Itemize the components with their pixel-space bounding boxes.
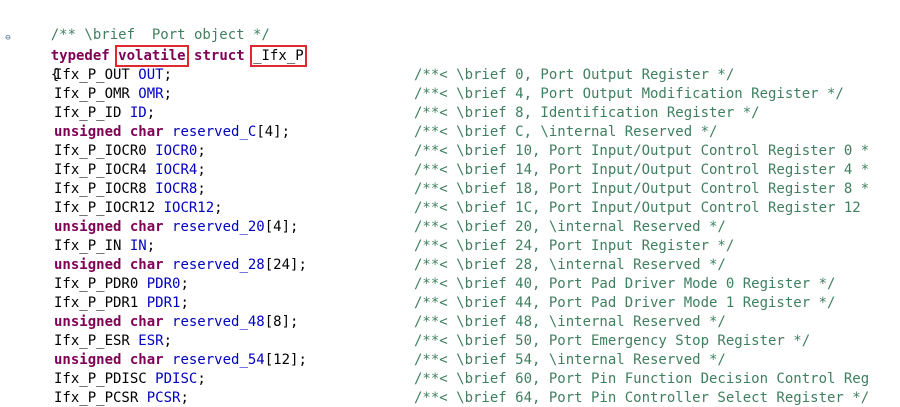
member-keyword: unsigned char <box>54 352 164 368</box>
member-line: unsigned char reserved_48[8]; <box>17 313 298 332</box>
keyword-volatile-highlighted: volatile <box>115 45 189 67</box>
member-type: Ifx_P_PCSR <box>54 390 139 406</box>
member-name: PDISC <box>155 371 198 387</box>
member-suffix: ; <box>180 276 189 292</box>
member-name: IOCR12 <box>163 200 215 216</box>
member-name: ID <box>129 105 147 121</box>
member-line: unsigned char reserved_C[4]; <box>17 123 290 142</box>
member-name: reserved_C <box>172 124 257 140</box>
doc-comment-line: /** \brief Port object */ <box>17 7 270 43</box>
member-name: IOCR0 <box>155 143 198 159</box>
member-name: PCSR <box>146 390 181 406</box>
member-type: Ifx_P_PDISC <box>54 371 147 387</box>
member-keyword: unsigned char <box>54 314 164 330</box>
member-suffix: [12]; <box>264 352 307 368</box>
member-line: Ifx_P_PCSR PCSR; <box>17 389 189 407</box>
member-suffix: ; <box>180 390 189 406</box>
member-line: Ifx_P_IOCR8 IOCR8; <box>17 180 206 199</box>
member-comment: /**< \brief 28, \internal Reserved */ <box>414 257 726 273</box>
member-suffix: [8]; <box>264 314 299 330</box>
member-comment: /**< \brief 8, Identification Register *… <box>414 105 760 121</box>
member-line: Ifx_P_PDR1 PDR1; <box>17 294 189 313</box>
member-line: Ifx_P_OUT OUT; <box>17 66 172 85</box>
member-comment: /**< \brief 44, Port Pad Driver Mode 1 R… <box>414 295 836 311</box>
member-type: Ifx_P_OUT <box>54 67 130 83</box>
member-line: unsigned char reserved_28[24]; <box>17 256 307 275</box>
member-keyword: unsigned char <box>54 257 164 273</box>
member-type: Ifx_P_PDR1 <box>54 295 139 311</box>
member-name: IOCR8 <box>155 181 198 197</box>
member-comment: /**< \brief 60, Port Pin Function Decisi… <box>414 371 870 387</box>
typedef-line: typedef volatile struct _Ifx_P <box>17 28 312 67</box>
member-name: IN <box>129 238 147 254</box>
member-line: Ifx_P_PDISC PDISC; <box>17 370 206 389</box>
member-line: Ifx_P_IN IN; <box>17 237 155 256</box>
member-comment: /**< \brief 64, Port Pin Controller Sele… <box>414 390 870 406</box>
member-comment: /**< \brief 10, Port Input/Output Contro… <box>414 143 870 159</box>
member-comment: /**< \brief 40, Port Pad Driver Mode 0 R… <box>414 276 836 292</box>
struct-name-highlighted: _Ifx_P <box>250 45 307 67</box>
member-keyword: unsigned char <box>54 124 164 140</box>
member-type: Ifx_P_IN <box>54 238 122 254</box>
member-suffix: [24]; <box>264 257 307 273</box>
member-comment: /**< \brief C, \internal Reserved */ <box>414 124 718 140</box>
member-name: ESR <box>138 333 164 349</box>
member-comment: /**< \brief 4, Port Output Modification … <box>414 86 844 102</box>
keyword-typedef: typedef <box>50 48 110 64</box>
member-name: OMR <box>138 86 164 102</box>
member-suffix: [4]; <box>256 124 291 140</box>
member-suffix: [4]; <box>264 219 299 235</box>
member-line: unsigned char reserved_54[12]; <box>17 351 307 370</box>
keyword-struct: struct <box>194 48 245 64</box>
code-editor[interactable]: ⊖ /** \brief Port object */ typedef vola… <box>0 0 900 407</box>
member-line: Ifx_P_OMR OMR; <box>17 85 172 104</box>
member-suffix: ; <box>197 371 206 387</box>
member-comment: /**< \brief 20, \internal Reserved */ <box>414 219 726 235</box>
member-suffix: ; <box>146 238 156 254</box>
member-comment: /**< \brief 50, Port Emergency Stop Regi… <box>414 333 811 349</box>
member-line: unsigned char reserved_20[4]; <box>17 218 298 237</box>
open-brace-line: { <box>17 47 59 83</box>
member-name: reserved_28 <box>172 257 265 273</box>
member-suffix: ; <box>163 333 173 349</box>
member-comment: /**< \brief 54, \internal Reserved */ <box>414 352 726 368</box>
member-suffix: ; <box>214 200 223 216</box>
member-comment: /**< \brief 48, \internal Reserved */ <box>414 314 726 330</box>
member-type: Ifx_P_ID <box>54 105 122 121</box>
member-suffix: ; <box>197 143 206 159</box>
member-type: Ifx_P_OMR <box>54 86 130 102</box>
member-name: PDR1 <box>146 295 181 311</box>
member-suffix: ; <box>197 162 206 178</box>
member-name: reserved_20 <box>172 219 265 235</box>
member-type: Ifx_P_IOCR4 <box>54 162 147 178</box>
member-line: Ifx_P_ID ID; <box>17 104 155 123</box>
member-type: Ifx_P_IOCR0 <box>54 143 147 159</box>
member-comment: /**< \brief 14, Port Input/Output Contro… <box>414 162 870 178</box>
member-line: Ifx_P_IOCR0 IOCR0; <box>17 142 206 161</box>
member-suffix: ; <box>146 105 156 121</box>
member-line: Ifx_P_IOCR4 IOCR4; <box>17 161 206 180</box>
member-name: reserved_54 <box>172 352 265 368</box>
member-type: Ifx_P_IOCR8 <box>54 181 147 197</box>
member-type: Ifx_P_ESR <box>54 333 130 349</box>
member-suffix: ; <box>163 67 173 83</box>
member-suffix: ; <box>163 86 173 102</box>
member-name: IOCR4 <box>155 162 198 178</box>
member-comment: /**< \brief 18, Port Input/Output Contro… <box>414 181 870 197</box>
member-suffix: ; <box>197 181 206 197</box>
member-name: OUT <box>138 67 164 83</box>
collapse-minus-icon[interactable]: ⊖ <box>3 33 13 43</box>
member-comment: /**< \brief 24, Port Input Register */ <box>414 238 735 254</box>
member-type: Ifx_P_PDR0 <box>54 276 139 292</box>
member-type: Ifx_P_IOCR12 <box>54 200 156 216</box>
member-name: reserved_48 <box>172 314 265 330</box>
member-name: PDR0 <box>146 276 181 292</box>
member-line: Ifx_P_IOCR12 IOCR12; <box>17 199 223 218</box>
member-suffix: ; <box>180 295 189 311</box>
member-comment: /**< \brief 1C, Port Input/Output Contro… <box>414 200 861 216</box>
member-line: Ifx_P_ESR ESR; <box>17 332 172 351</box>
member-keyword: unsigned char <box>54 219 164 235</box>
member-comment: /**< \brief 0, Port Output Register */ <box>414 67 735 83</box>
member-line: Ifx_P_PDR0 PDR0; <box>17 275 189 294</box>
